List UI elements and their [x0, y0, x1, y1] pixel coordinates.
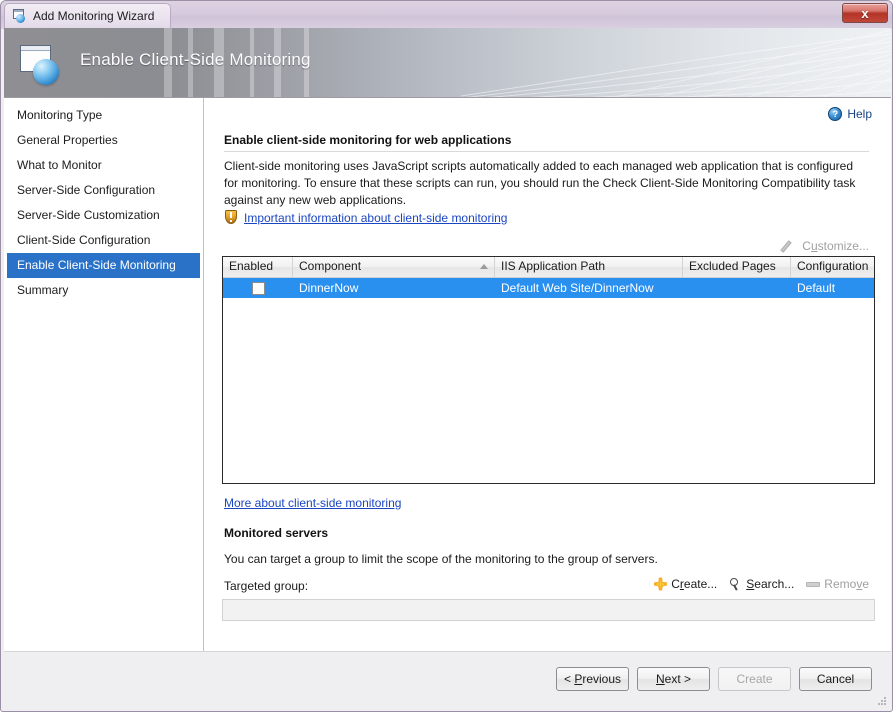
star-icon: [654, 578, 667, 591]
sidebar-item-server-side-configuration[interactable]: Server-Side Configuration: [4, 178, 203, 203]
help-circle-icon: ?: [828, 107, 842, 121]
window-title-tab: Add Monitoring Wizard: [4, 3, 171, 28]
next-button[interactable]: Next >: [637, 667, 710, 691]
pencil-icon: [782, 239, 797, 253]
more-about-link[interactable]: More about client-side monitoring: [224, 496, 401, 510]
remove-group-label: Remove: [824, 577, 869, 591]
previous-button[interactable]: < Previous: [556, 667, 629, 691]
wizard-window: Add Monitoring Wizard x: [0, 0, 893, 712]
cancel-button[interactable]: Cancel: [799, 667, 872, 691]
sidebar-item-enable-client-side-monitoring[interactable]: Enable Client-Side Monitoring: [7, 253, 200, 278]
main-pane: ? Help Enable client-side monitoring for…: [205, 98, 891, 651]
page-description: Client-side monitoring uses JavaScript s…: [224, 158, 856, 209]
create-button: Create: [718, 667, 791, 691]
cell-iis-application-path: Default Web Site/DinnerNow: [495, 278, 683, 298]
cell-enabled: [223, 278, 293, 298]
title-bar: Add Monitoring Wizard x: [1, 1, 893, 29]
search-group-label: Search...: [746, 577, 794, 591]
footer-buttons: < Previous Next > Create Cancel: [556, 667, 872, 691]
monitored-servers-description: You can target a group to limit the scop…: [224, 552, 658, 566]
cell-component: DinnerNow: [293, 278, 495, 298]
column-header-component[interactable]: Component: [293, 257, 495, 277]
table-header-row: Enabled Component IIS Application Path E…: [223, 257, 874, 278]
important-information-link[interactable]: Important information about client-side …: [224, 210, 507, 225]
sidebar-item-summary[interactable]: Summary: [4, 278, 203, 303]
help-label: Help: [847, 107, 872, 121]
search-icon: [729, 578, 742, 591]
remove-group-button: Remove: [806, 577, 869, 591]
column-header-component-label: Component: [299, 259, 361, 273]
banner-window-sphere-icon: [18, 42, 62, 86]
targeted-group-input[interactable]: [222, 599, 875, 621]
targeted-group-label: Targeted group:: [224, 579, 308, 593]
enabled-checkbox[interactable]: [252, 282, 265, 295]
close-icon: x: [861, 7, 868, 20]
content-area: Monitoring Type General Properties What …: [4, 98, 891, 651]
wizard-banner: Enable Client-Side Monitoring: [4, 28, 891, 98]
column-header-enabled[interactable]: Enabled: [223, 257, 293, 277]
banner-mesh-pattern: [461, 28, 891, 98]
create-group-label: Create...: [671, 577, 717, 591]
warning-shield-icon: [224, 210, 238, 225]
sidebar-item-server-side-customization[interactable]: Server-Side Customization: [4, 203, 203, 228]
resize-grip-icon[interactable]: [875, 695, 887, 707]
group-action-buttons: Create... Search... Remove: [654, 577, 869, 591]
remove-icon: [806, 579, 820, 589]
column-header-configuration[interactable]: Configuration: [791, 257, 874, 277]
window-title: Add Monitoring Wizard: [33, 9, 154, 23]
wizard-steps-sidebar: Monitoring Type General Properties What …: [4, 98, 204, 651]
table-row[interactable]: DinnerNow Default Web Site/DinnerNow Def…: [223, 278, 874, 298]
search-group-button[interactable]: Search...: [729, 577, 794, 591]
components-table: Enabled Component IIS Application Path E…: [222, 256, 875, 484]
banner-title: Enable Client-Side Monitoring: [80, 50, 311, 70]
footer-bar: < Previous Next > Create Cancel: [4, 651, 891, 710]
sidebar-item-monitoring-type[interactable]: Monitoring Type: [4, 103, 203, 128]
monitored-servers-title: Monitored servers: [224, 526, 328, 540]
cell-configuration: Default: [791, 278, 874, 298]
sidebar-item-what-to-monitor[interactable]: What to Monitor: [4, 153, 203, 178]
window-sphere-icon: [12, 9, 27, 23]
sort-ascending-icon: [480, 264, 488, 269]
column-header-excluded-pages[interactable]: Excluded Pages: [683, 257, 791, 277]
cell-excluded-pages: [683, 278, 791, 298]
create-group-button[interactable]: Create...: [654, 577, 717, 591]
column-header-iis-application-path[interactable]: IIS Application Path: [495, 257, 683, 277]
help-link[interactable]: ? Help: [828, 107, 872, 121]
sidebar-item-general-properties[interactable]: General Properties: [4, 128, 203, 153]
sidebar-item-client-side-configuration[interactable]: Client-Side Configuration: [4, 228, 203, 253]
customize-label: Customize...: [802, 239, 869, 253]
close-button[interactable]: x: [842, 3, 888, 23]
customize-button: Customize...: [782, 239, 869, 253]
important-information-label: Important information about client-side …: [244, 211, 507, 225]
page-title: Enable client-side monitoring for web ap…: [224, 133, 869, 152]
